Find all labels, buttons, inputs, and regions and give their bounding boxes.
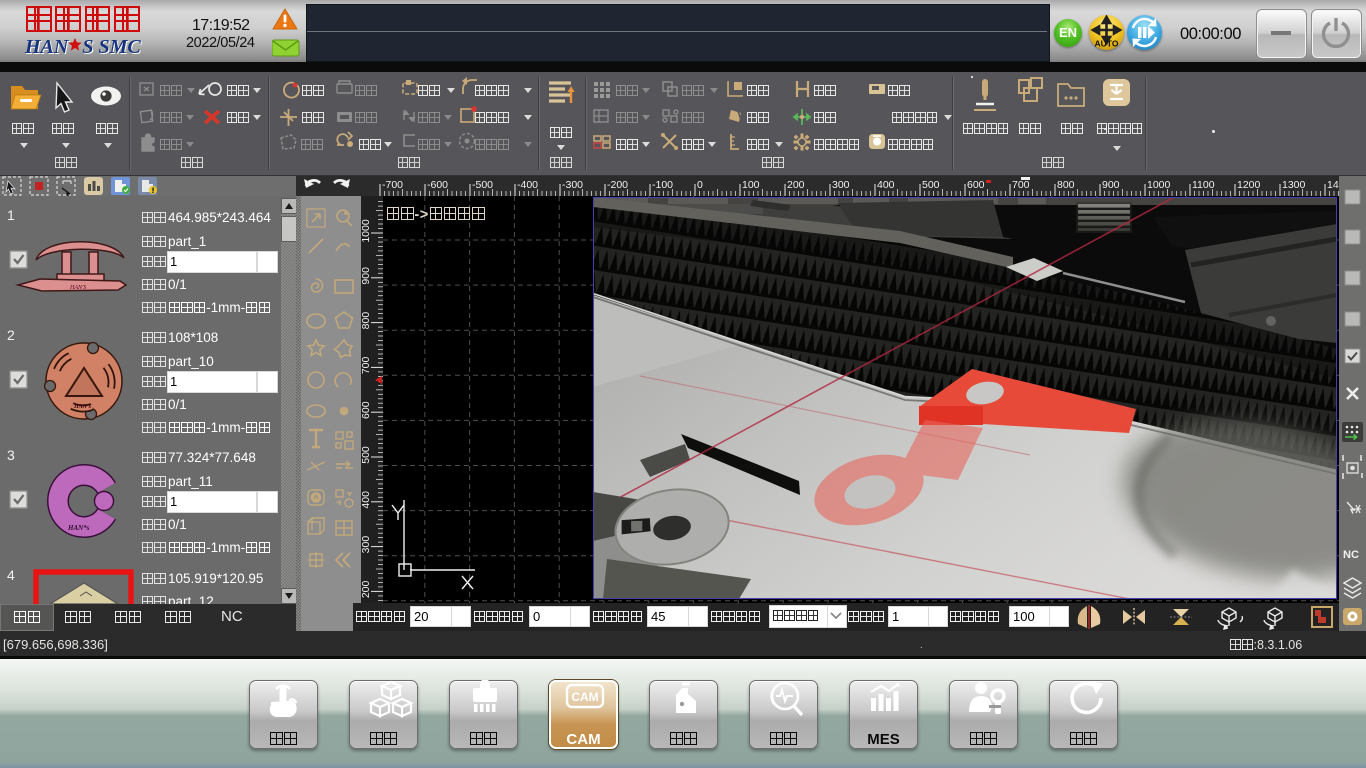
svg-text:1300: 1300 xyxy=(1282,179,1306,191)
svg-text:300: 300 xyxy=(832,179,850,191)
svg-text:HAN'S: HAN'S xyxy=(69,285,86,291)
svg-text:1200: 1200 xyxy=(1237,179,1261,191)
svg-text:1000: 1000 xyxy=(361,219,372,243)
svg-text:800: 800 xyxy=(361,312,372,330)
svg-text:200: 200 xyxy=(787,179,805,191)
svg-text:-100: -100 xyxy=(652,179,673,191)
svg-text:1100: 1100 xyxy=(1192,179,1215,191)
svg-text:-500: -500 xyxy=(472,179,493,191)
svg-text:HAN*s: HAN*s xyxy=(67,524,90,532)
svg-text:100: 100 xyxy=(742,179,760,191)
svg-text:-700: -700 xyxy=(382,179,403,191)
svg-text:400: 400 xyxy=(877,179,895,191)
svg-text:1000: 1000 xyxy=(1147,179,1171,191)
svg-text:-600: -600 xyxy=(427,179,448,191)
svg-text:500: 500 xyxy=(361,446,372,464)
svg-text:900: 900 xyxy=(361,267,372,285)
svg-text:300: 300 xyxy=(361,536,372,554)
svg-text:600: 600 xyxy=(967,179,985,191)
svg-text:AUTO: AUTO xyxy=(1095,39,1119,49)
svg-text:-200: -200 xyxy=(607,179,628,191)
svg-text:900: 900 xyxy=(1102,179,1120,191)
svg-text:200: 200 xyxy=(361,580,372,598)
svg-text:-300: -300 xyxy=(562,179,583,191)
svg-text:500: 500 xyxy=(922,179,940,191)
svg-text:800: 800 xyxy=(1057,179,1075,191)
svg-text:NC: NC xyxy=(1343,549,1359,561)
svg-text:700: 700 xyxy=(361,356,372,374)
svg-text:-400: -400 xyxy=(517,179,538,191)
svg-text:700: 700 xyxy=(1012,179,1030,191)
svg-text:400: 400 xyxy=(361,491,372,509)
svg-text:HAN's: HAN's xyxy=(73,404,92,410)
svg-text:CAM: CAM xyxy=(571,690,598,704)
svg-text:600: 600 xyxy=(361,401,372,419)
svg-text:0: 0 xyxy=(697,179,703,191)
